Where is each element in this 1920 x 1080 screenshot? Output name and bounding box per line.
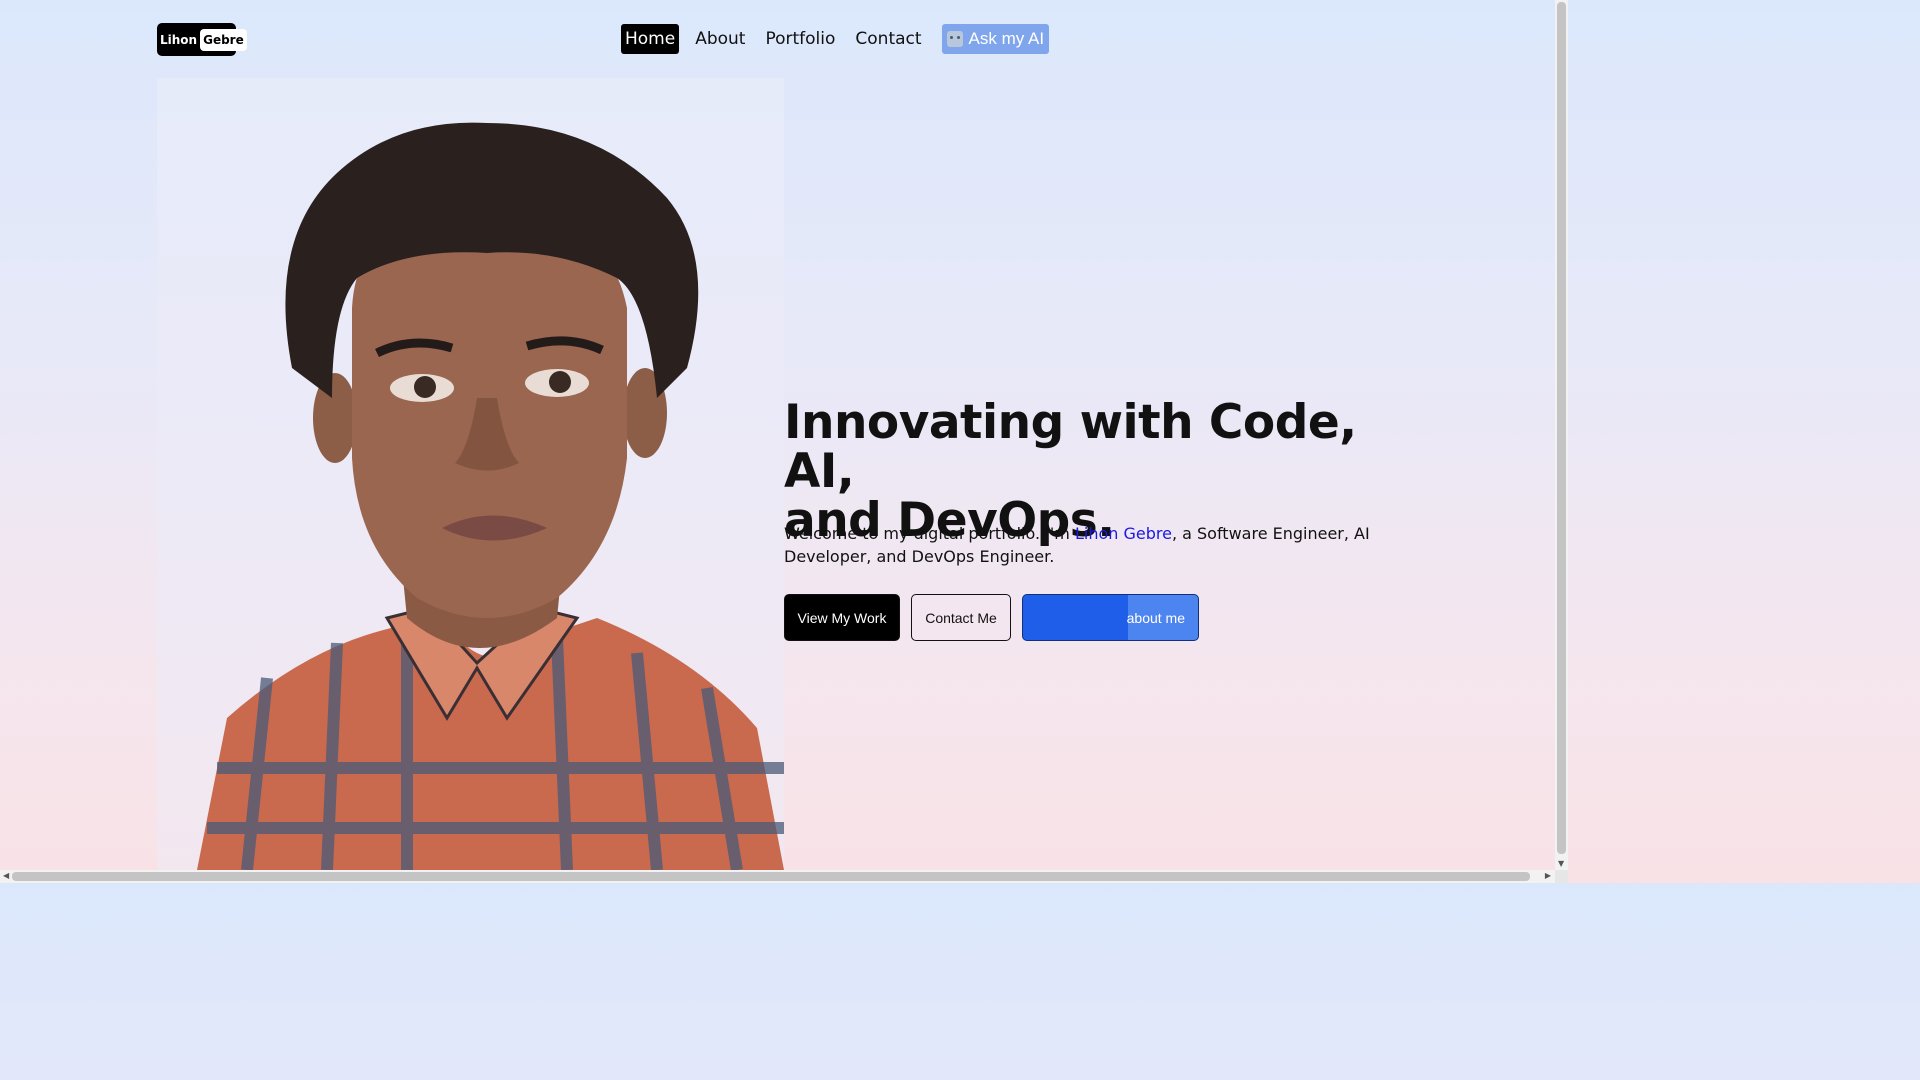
horizontal-scrollbar[interactable]: ◀ ▶ (0, 870, 1568, 883)
name-highlight: Lihon Gebre (1074, 524, 1172, 543)
scroll-down-arrow-icon[interactable]: ▼ (1558, 859, 1564, 868)
logo-last-name: Gebre (200, 28, 247, 51)
horizontal-scroll-thumb[interactable] (12, 872, 1530, 881)
scrollbar-corner (1555, 870, 1568, 883)
vertical-scroll-thumb[interactable] (1557, 2, 1566, 854)
ask-ai-label: Ask my AI (968, 29, 1045, 48)
hero-subtitle: Welcome to my digital portfolio. I'm Lih… (784, 522, 1394, 568)
hero-actions: View My Work Contact Me about me (784, 594, 1199, 641)
scroll-right-arrow-icon[interactable]: ▶ (1545, 871, 1551, 880)
site-logo[interactable]: Lihon Gebre (157, 23, 247, 56)
ask-ai-button[interactable]: Ask my AI (941, 24, 1050, 54)
nav-about[interactable]: About (691, 24, 749, 54)
portrait-illustration (197, 122, 784, 870)
robot-icon (946, 31, 963, 47)
ask-ai-about-me-button[interactable]: about me (1022, 594, 1199, 641)
nav-home[interactable]: Home (621, 24, 680, 54)
hero-title-line-1: Innovating with Code, AI, (784, 395, 1357, 499)
nav-contact[interactable]: Contact (851, 24, 925, 54)
scroll-left-arrow-icon[interactable]: ◀ (3, 871, 9, 880)
main-nav: Home About Portfolio Contact Ask my AI (621, 24, 1050, 54)
subtitle-intro: Welcome to my digital portfolio. I'm (784, 524, 1075, 543)
logo-first-name: Lihon (160, 32, 198, 47)
nav-portfolio[interactable]: Portfolio (761, 24, 839, 54)
hero-portrait (157, 78, 784, 870)
contact-me-button[interactable]: Contact Me (911, 594, 1011, 641)
view-my-work-button[interactable]: View My Work (784, 594, 900, 641)
vertical-scrollbar[interactable]: ▼ (1555, 0, 1568, 870)
